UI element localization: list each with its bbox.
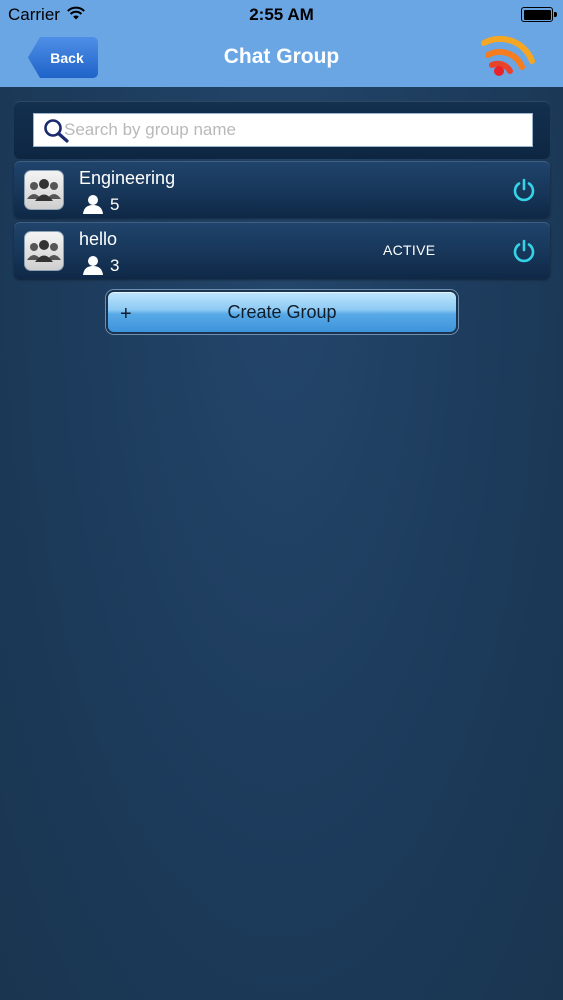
- search-box[interactable]: [33, 113, 533, 147]
- group-list-panel: Engineering 5 hello 3 ACTIVE: [0, 87, 563, 1000]
- group-row-engineering[interactable]: Engineering 5: [14, 161, 550, 218]
- page-title: Chat Group: [223, 45, 340, 68]
- group-row-hello[interactable]: hello 3 ACTIVE: [14, 222, 550, 279]
- create-group-button[interactable]: + Create Group: [106, 290, 458, 334]
- power-icon[interactable]: [512, 178, 536, 202]
- group-name: Engineering: [79, 168, 176, 188]
- nav-bar: Carrier 2:55 AM Back Chat Group: [0, 0, 563, 87]
- power-icon[interactable]: [512, 239, 536, 263]
- create-group-label: Create Group: [227, 302, 337, 322]
- member-count: 3: [110, 256, 120, 275]
- member-icon: [83, 256, 103, 275]
- member-icon: [83, 195, 103, 214]
- search-bar: [14, 101, 550, 159]
- status-time: 2:55 AM: [249, 5, 314, 24]
- group-status-badge: ACTIVE: [383, 242, 436, 258]
- member-count: 5: [110, 195, 120, 214]
- group-name: hello: [79, 229, 118, 249]
- group-avatar-icon: [24, 170, 64, 210]
- group-avatar-icon: [24, 231, 64, 271]
- search-input[interactable]: [64, 114, 524, 146]
- rss-feed-icon[interactable]: [480, 33, 538, 79]
- status-bar: Carrier 2:55 AM: [0, 0, 563, 30]
- battery-icon: [521, 7, 557, 22]
